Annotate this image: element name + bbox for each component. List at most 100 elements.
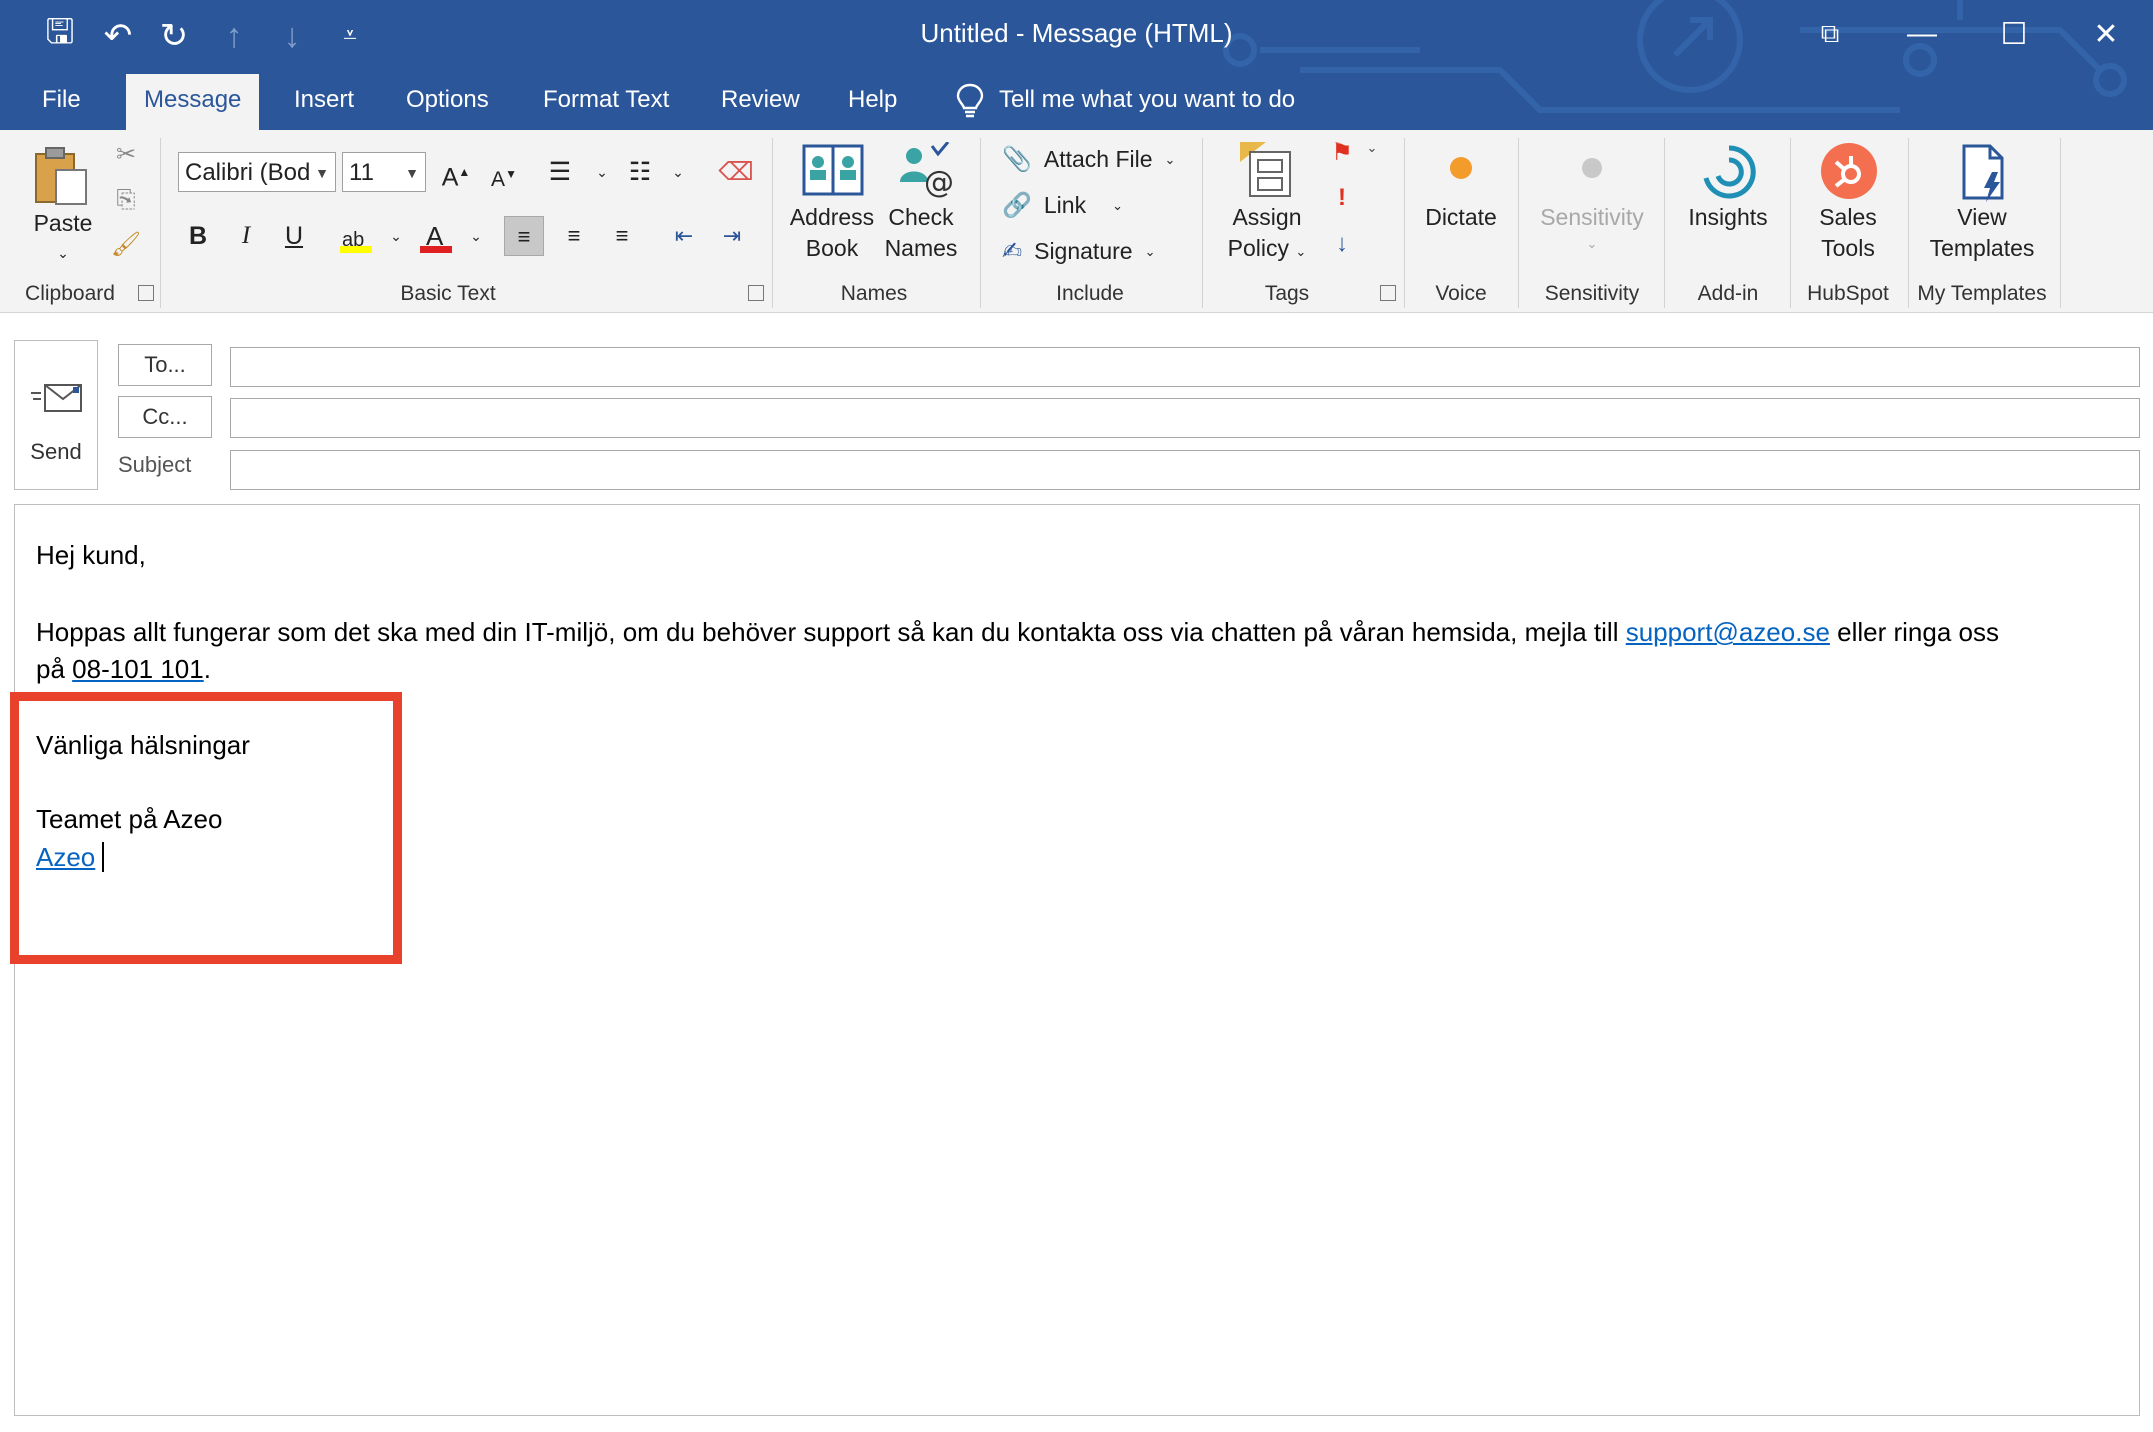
address-book-button[interactable]: Address Book: [784, 142, 880, 282]
separator: [1202, 138, 1203, 308]
tab-options[interactable]: Options: [388, 80, 507, 130]
chevron-down-icon[interactable]: ⌄: [456, 216, 496, 256]
bullets-icon[interactable]: ☰: [540, 152, 580, 192]
tab-message[interactable]: Message: [126, 74, 260, 130]
phone-number-link[interactable]: 08-101 101: [72, 654, 204, 684]
basic-text-launcher-icon[interactable]: [748, 285, 764, 301]
copy-icon[interactable]: ⎘: [108, 186, 144, 214]
chevron-down-icon[interactable]: ⌄: [1362, 140, 1382, 156]
tags-group-label: Tags: [1264, 282, 1310, 305]
underline-button[interactable]: U: [274, 216, 314, 256]
cc-field[interactable]: [230, 398, 2140, 438]
maximize-button[interactable]: ☐: [1974, 8, 2054, 60]
numbering-icon[interactable]: ☷: [620, 152, 660, 192]
title-bar: 🖫 ↶ ↻ ↑ ↓ ⩡ Untitled - Message (HTML) ⧉ …: [0, 0, 2153, 130]
svg-text:@: @: [924, 165, 954, 198]
view-templates-button[interactable]: View Templates: [1914, 142, 2050, 282]
align-right-icon[interactable]: ≡: [602, 216, 642, 256]
support-email-link[interactable]: support@azeo.se: [1626, 617, 1830, 647]
grow-font-button[interactable]: A▲: [436, 152, 476, 192]
insights-button[interactable]: Insights: [1674, 142, 1782, 282]
assign-policy-label-2: Policy ⌄: [1227, 235, 1307, 261]
increase-indent-icon[interactable]: ⇥: [712, 216, 752, 256]
dictate-label: Dictate: [1425, 204, 1497, 230]
sensitivity-group-label: Sensitivity: [1544, 282, 1640, 305]
insights-label: Insights: [1688, 204, 1768, 230]
tab-file[interactable]: File: [24, 80, 99, 130]
ribbon-display-options-icon[interactable]: ⧉: [1790, 8, 1870, 60]
font-name-value: Calibri (Bod: [185, 159, 311, 186]
tags-launcher-icon[interactable]: [1380, 285, 1396, 301]
assign-policy-icon: [1240, 142, 1291, 197]
follow-up-flag-icon[interactable]: ⚑: [1322, 138, 1362, 167]
align-center-icon[interactable]: ≡: [554, 216, 594, 256]
font-color-icon[interactable]: A: [416, 216, 456, 256]
signature-label: Signature: [1034, 237, 1133, 264]
chevron-down-icon: ⌄: [1144, 243, 1156, 259]
separator: [2060, 138, 2061, 308]
chevron-down-icon: ⌄: [1164, 151, 1176, 167]
attach-file-button[interactable]: 📎 Attach File ⌄: [1002, 142, 1175, 176]
tab-review[interactable]: Review: [703, 80, 818, 130]
body-paragraph-line-1: Hoppas allt fungerar som det ska med din…: [36, 617, 1999, 648]
font-size-value: 11: [349, 159, 374, 186]
chevron-down-icon: ▼: [405, 165, 419, 181]
signature-highlight-box: [10, 692, 402, 964]
subject-field[interactable]: [230, 450, 2140, 490]
view-templates-label: View: [1957, 204, 2007, 230]
tab-format-text[interactable]: Format Text: [525, 80, 687, 130]
font-size-combo[interactable]: 11 ▼: [342, 152, 426, 192]
chevron-down-icon: ⌄: [1586, 236, 1598, 251]
decrease-indent-icon[interactable]: ⇤: [664, 216, 704, 256]
bold-button[interactable]: B: [178, 216, 218, 256]
sensitivity-button[interactable]: Sensitivity ⌄: [1526, 142, 1658, 282]
separator: [980, 138, 981, 308]
tab-insert[interactable]: Insert: [276, 80, 372, 130]
to-field[interactable]: [230, 347, 2140, 387]
tab-help[interactable]: Help: [830, 80, 915, 130]
subject-label: Subject: [118, 452, 192, 477]
chevron-down-icon[interactable]: ⌄: [376, 216, 416, 256]
check-names-label: Check: [888, 204, 954, 230]
send-button[interactable]: Send: [14, 340, 98, 490]
cc-button[interactable]: Cc...: [118, 396, 212, 438]
sales-tools-button[interactable]: Sales Tools: [1796, 142, 1900, 282]
low-importance-icon[interactable]: ↓: [1322, 230, 1362, 258]
align-left-icon[interactable]: ≡: [504, 216, 544, 256]
address-book-icon: [802, 144, 864, 196]
microphone-dot-icon: [1450, 157, 1472, 179]
separator: [1664, 138, 1665, 308]
paste-button[interactable]: Paste ⌄: [18, 144, 108, 284]
body-text: .: [203, 654, 211, 684]
font-name-combo[interactable]: Calibri (Bod ▼: [178, 152, 336, 192]
clipboard-group-label: Clipboard: [25, 282, 115, 305]
view-templates-icon: [1962, 144, 2004, 202]
format-painter-icon[interactable]: 🖌: [108, 230, 144, 259]
shrink-font-icon: A: [491, 168, 506, 191]
chevron-down-icon[interactable]: ⌄: [658, 152, 698, 192]
include-group-label: Include: [1056, 282, 1124, 305]
link-button[interactable]: 🔗 Link ⌄: [1002, 188, 1123, 222]
high-importance-icon[interactable]: !: [1322, 184, 1362, 212]
highlight-color-icon[interactable]: ab: [336, 216, 376, 256]
grow-font-icon: A: [441, 163, 459, 192]
separator: [160, 138, 161, 308]
separator: [1518, 138, 1519, 308]
italic-button[interactable]: I: [226, 216, 266, 256]
close-button[interactable]: ✕: [2066, 8, 2146, 60]
minimize-button[interactable]: —: [1882, 8, 1962, 60]
dictate-button[interactable]: Dictate: [1412, 142, 1510, 282]
clear-formatting-icon[interactable]: ⌫: [716, 152, 756, 192]
basic-text-group-label: Basic Text: [400, 282, 496, 305]
to-button[interactable]: To...: [118, 344, 212, 386]
signature-button[interactable]: ✍ Signature ⌄: [1002, 234, 1155, 268]
assign-policy-button[interactable]: Assign Policy ⌄: [1212, 138, 1322, 282]
shrink-font-button[interactable]: A▼: [484, 154, 524, 194]
clipboard-launcher-icon[interactable]: [138, 285, 154, 301]
addin-group-label: Add-in: [1697, 282, 1759, 305]
body-paragraph-line-2: på 08-101 101.: [36, 654, 211, 685]
check-names-button[interactable]: @ Check Names: [878, 142, 964, 282]
chevron-down-icon[interactable]: ⌄: [582, 152, 622, 192]
tell-me-search[interactable]: Tell me what you want to do: [955, 80, 1295, 120]
cut-icon[interactable]: ✂: [108, 140, 144, 169]
